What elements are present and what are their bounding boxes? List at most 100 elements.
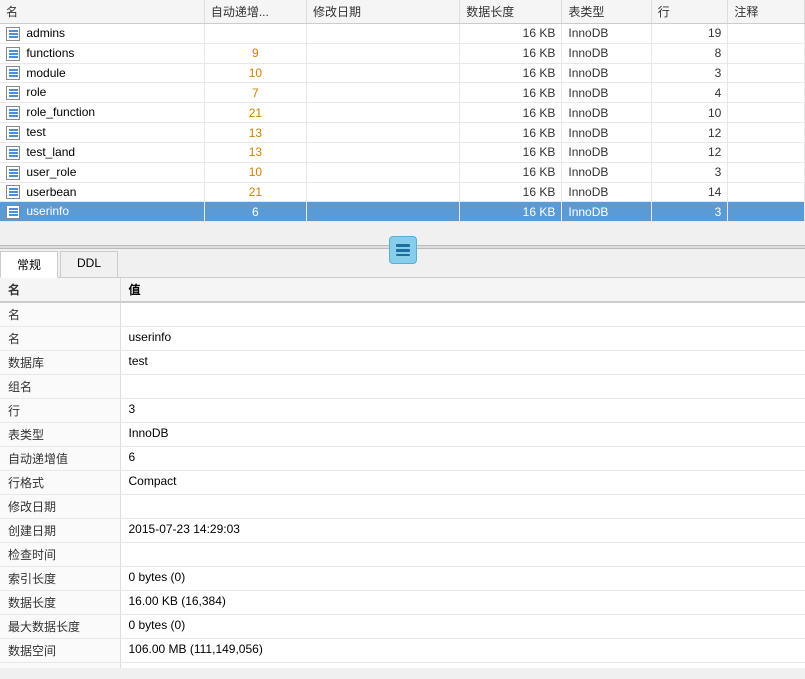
prop-label: 排序规则 [0,663,120,669]
splitter[interactable] [0,245,805,249]
prop-label: 自动递增值 [0,447,120,471]
comment-cell [728,83,805,103]
prop-value: 0 bytes (0) [120,615,805,639]
col-header-engine: 表类型 [562,0,651,24]
engine-cell: InnoDB [562,182,651,202]
table-icon [6,47,20,61]
table-icon [6,27,20,41]
table-row[interactable]: module 10 16 KB InnoDB 3 [0,63,805,83]
prop-label: 数据库 [0,351,120,375]
props-table: 名 值 名 名 userinfo 数据库 test 组名 行 3 表类型 Inn… [0,278,805,668]
bottom-panel: 常规 DDL 名 值 名 名 userinfo 数据库 test 组名 行 3 … [0,249,805,668]
prop-label: 修改日期 [0,495,120,519]
engine-cell: InnoDB [562,142,651,162]
prop-row: 最大数据长度 0 bytes (0) [0,615,805,639]
prop-value: 16.00 KB (16,384) [120,591,805,615]
table-name: admins [26,26,65,40]
comment-cell [728,162,805,182]
comment-cell [728,103,805,123]
props-scroll[interactable]: 名 值 名 名 userinfo 数据库 test 组名 行 3 表类型 Inn… [0,278,805,668]
col-header-auto: 自动递增... [204,0,306,24]
date-cell [306,24,459,44]
date-cell [306,103,459,123]
prop-label: 行 [0,399,120,423]
table-row[interactable]: userbean 21 16 KB InnoDB 14 [0,182,805,202]
prop-row: 索引长度 0 bytes (0) [0,567,805,591]
auto-inc-cell: 7 [204,83,306,103]
comment-cell [728,43,805,63]
comment-cell [728,202,805,222]
table-name: role [26,85,46,99]
size-cell: 16 KB [460,24,562,44]
auto-inc-cell [204,24,306,44]
prop-row: 名 userinfo [0,327,805,351]
table-row[interactable]: test 13 16 KB InnoDB 12 [0,123,805,143]
table-name: functions [26,46,74,60]
date-cell [306,182,459,202]
prop-value [120,495,805,519]
prop-label: 创建日期 [0,519,120,543]
comment-cell [728,142,805,162]
table-row[interactable]: role_function 21 16 KB InnoDB 10 [0,103,805,123]
rows-cell: 10 [651,103,728,123]
table-row[interactable]: admins 16 KB InnoDB 19 [0,24,805,44]
date-cell [306,142,459,162]
table-row[interactable]: user_role 10 16 KB InnoDB 3 [0,162,805,182]
prop-label: 表类型 [0,423,120,447]
prop-value: test [120,351,805,375]
date-cell [306,83,459,103]
rows-cell: 3 [651,63,728,83]
prop-label: 数据空间 [0,639,120,663]
date-cell [306,43,459,63]
table-name: user_role [26,165,76,179]
date-cell [306,202,459,222]
prop-value: 2015-07-23 14:29:03 [120,519,805,543]
table-name: role_function [26,105,95,119]
col-header-name: 名 [0,0,204,24]
prop-row: 创建日期 2015-07-23 14:29:03 [0,519,805,543]
rows-cell: 4 [651,83,728,103]
size-cell: 16 KB [460,123,562,143]
table-row[interactable]: userinfo 6 16 KB InnoDB 3 [0,202,805,222]
table-row[interactable]: test_land 13 16 KB InnoDB 12 [0,142,805,162]
rows-cell: 19 [651,24,728,44]
table-icon [6,106,20,120]
tab-general[interactable]: 常规 [0,251,58,278]
tab-ddl[interactable]: DDL [60,251,118,277]
size-cell: 16 KB [460,83,562,103]
table-icon [6,66,20,80]
prop-row: 组名 [0,375,805,399]
rows-cell: 3 [651,162,728,182]
engine-cell: InnoDB [562,63,651,83]
size-cell: 16 KB [460,202,562,222]
auto-inc-cell: 6 [204,202,306,222]
table-name: userbean [26,185,76,199]
comment-cell [728,24,805,44]
prop-label: 行格式 [0,471,120,495]
prop-row: 自动递增值 6 [0,447,805,471]
auto-inc-cell: 13 [204,123,306,143]
table-icon [6,166,20,180]
engine-cell: InnoDB [562,162,651,182]
table-name: test_land [26,145,75,159]
prop-label: 索引长度 [0,567,120,591]
prop-value: 106.00 MB (111,149,056) [120,639,805,663]
prop-row: 检查时间 [0,543,805,567]
prop-value [120,375,805,399]
date-cell [306,63,459,83]
col-header-rows: 行 [651,0,728,24]
prop-row: 表类型 InnoDB [0,423,805,447]
table-row[interactable]: role 7 16 KB InnoDB 4 [0,83,805,103]
rows-cell: 3 [651,202,728,222]
table-icon [6,185,20,199]
prop-value: InnoDB [120,423,805,447]
table-row[interactable]: functions 9 16 KB InnoDB 8 [0,43,805,63]
prop-row: 数据库 test [0,351,805,375]
size-cell: 16 KB [460,162,562,182]
engine-cell: InnoDB [562,43,651,63]
prop-label: 检查时间 [0,543,120,567]
splitter-icon[interactable] [389,236,417,264]
prop-label: 名 [0,302,120,327]
prop-value: 3 [120,399,805,423]
prop-row: 数据空间 106.00 MB (111,149,056) [0,639,805,663]
